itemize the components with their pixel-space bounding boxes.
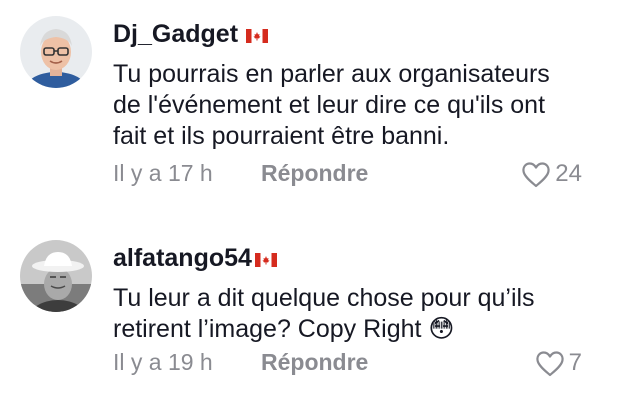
user-avatar[interactable]	[20, 240, 92, 312]
canada-flag-icon	[246, 28, 269, 43]
comment-text-line: de l'événement et leur dire ce qu'ils on…	[113, 91, 546, 119]
username[interactable]: Dj_Gadget	[113, 20, 269, 49]
user-avatar[interactable]	[20, 16, 92, 88]
like-count: 24	[555, 160, 582, 187]
heart-outline-icon	[522, 161, 550, 187]
comment-text-line: retirent l’image? Copy Right 😳	[113, 315, 455, 343]
like-button[interactable]: 7	[535, 349, 582, 377]
comment-item: Dj_Gadget Tu pourrais en parler aux orga…	[0, 0, 622, 205]
canada-flag-icon	[254, 252, 277, 267]
comment-text-line: Tu leur a dit quelque chose pour qu’ils	[113, 284, 535, 312]
timestamp: Il y a 19 h	[113, 349, 213, 375]
username[interactable]: alfatango54	[113, 244, 277, 273]
comment-meta: Il y a 19 h Répondre	[113, 349, 368, 376]
comment-text-line: Tu pourrais en parler aux organisateurs	[113, 60, 550, 88]
comment-text-line: fait et ils pourraient être banni.	[113, 122, 450, 150]
reply-button[interactable]: Répondre	[261, 160, 368, 187]
comment-text: Tu leur a dit quelque chose pour qu’ils …	[113, 283, 603, 345]
comment-meta: Il y a 17 h Répondre	[113, 160, 368, 187]
like-count: 7	[568, 349, 582, 376]
avatar-image	[20, 16, 92, 88]
reply-button[interactable]: Répondre	[261, 349, 368, 376]
username-text: alfatango54	[113, 244, 252, 272]
comment-item: alfatango54 Tu leur a dit quelque chose …	[0, 222, 622, 410]
avatar-image	[20, 240, 92, 312]
username-text: Dj_Gadget	[113, 20, 239, 48]
comment-text: Tu pourrais en parler aux organisateurs …	[113, 59, 603, 152]
heart-outline-icon	[536, 350, 564, 376]
timestamp: Il y a 17 h	[113, 160, 213, 186]
like-button[interactable]: 24	[521, 160, 582, 188]
